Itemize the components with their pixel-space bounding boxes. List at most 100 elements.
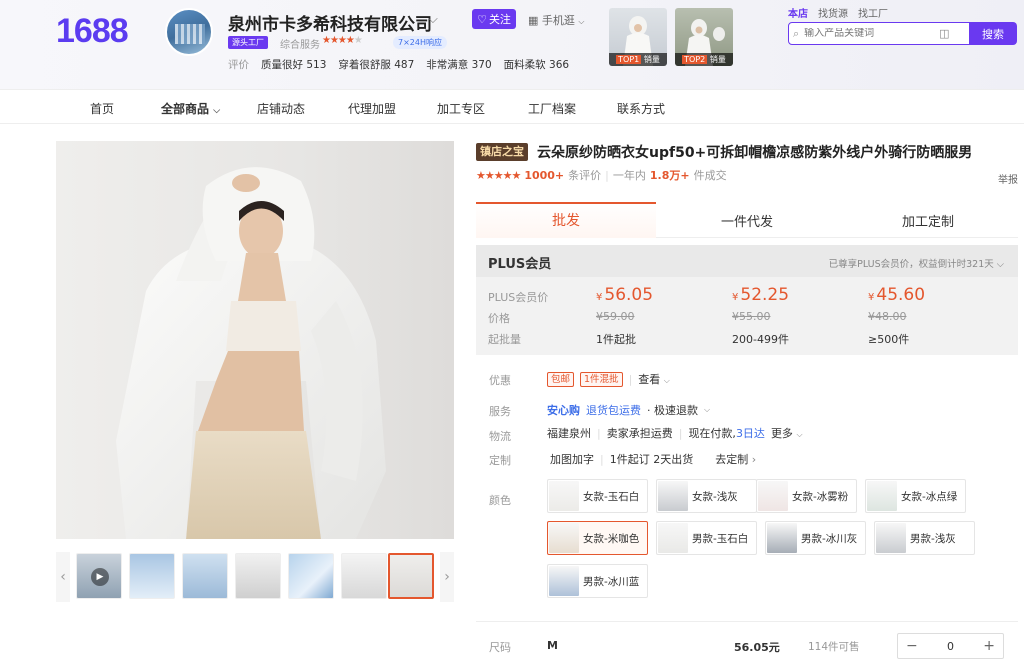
store-treasure-badge: 镇店之宝 — [476, 143, 528, 161]
stock-count: 114件可售 — [808, 641, 860, 653]
color-option[interactable]: 男款-冰川灰 — [765, 521, 866, 555]
tab-dropship[interactable]: 一件代发 — [657, 202, 837, 238]
top-rank-tag: TOP1 销量 — [609, 53, 667, 66]
heart-icon: ♡ — [477, 12, 487, 26]
search-input[interactable] — [804, 28, 935, 39]
color-swatch — [658, 523, 688, 553]
promo-row: 包邮 1件混批 | 查看 ⌵ — [547, 371, 670, 387]
color-option[interactable]: 女款-冰雾粉 — [756, 479, 857, 513]
chevron-down-icon[interactable]: ⌵ — [428, 12, 438, 27]
response-badge: 7×24H响应 — [393, 36, 447, 49]
review-tag[interactable]: 质量很好 513 — [261, 57, 326, 72]
color-swatch — [767, 523, 797, 553]
thumbnail-strip: ‹ ▶ › — [56, 552, 454, 602]
thumb-prev-arrow[interactable]: ‹ — [56, 552, 70, 602]
logistics-more-link[interactable]: 更多 ⌵ — [771, 425, 803, 441]
custom-label: 定制 — [489, 454, 511, 467]
follow-button[interactable]: ♡ 关注 — [472, 9, 516, 29]
delivery-estimate: 现在付款,3日达 — [688, 427, 765, 440]
color-option[interactable]: 男款-玉石白 — [656, 521, 757, 555]
mobile-browse-link[interactable]: ▦ 手机逛 ⌵ — [528, 12, 584, 28]
search-button[interactable]: 搜索 — [969, 22, 1017, 45]
review-count[interactable]: 1000+ — [524, 169, 564, 182]
deals-prefix: 一年内 — [612, 169, 646, 182]
divider — [476, 621, 1018, 622]
chevron-down-icon: ⌵ — [213, 106, 221, 116]
promo-more-link[interactable]: 查看 ⌵ — [638, 371, 670, 387]
shop-avatar[interactable] — [165, 8, 213, 56]
size-price: 56.05元 — [734, 641, 780, 654]
service-rating-stars: ★★★★★ — [322, 35, 363, 46]
quantity-value[interactable]: 0 — [947, 640, 954, 653]
chevron-down-icon[interactable]: ⌵ — [704, 405, 710, 415]
thumbnail[interactable] — [235, 553, 281, 599]
color-option[interactable]: 男款-冰川蓝 — [547, 564, 648, 598]
tier-plus-price: ¥56.05 — [596, 285, 654, 305]
service-label: 综合服务 — [280, 40, 320, 51]
chevron-right-icon: › — [751, 453, 757, 466]
nav-all-products[interactable]: 全部商品 ⌵ — [161, 100, 220, 117]
thumbnail-active[interactable] — [388, 553, 434, 599]
main-product-image[interactable] — [56, 141, 454, 539]
color-swatch — [758, 481, 788, 511]
search-tab-source[interactable]: 找货源 — [818, 5, 848, 20]
nav-factory[interactable]: 工厂档案 — [528, 100, 576, 117]
review-tags: 评价 质量很好 513 穿着很舒服 487 非常满意 370 面料柔软 366 — [228, 57, 569, 72]
tier-moq: 1件起批 — [596, 333, 636, 346]
report-link[interactable]: 举报 — [998, 171, 1018, 186]
search-tab-factory[interactable]: 找工厂 — [858, 5, 888, 20]
model-illustration — [116, 167, 386, 539]
search-scope-tabs: 本店 找货源 找工厂 — [788, 5, 888, 20]
shop-name[interactable]: 泉州市卡多希科技有限公司 — [228, 10, 432, 35]
tab-wholesale[interactable]: 批发 — [476, 202, 656, 238]
review-tag[interactable]: 面料柔软 366 — [504, 57, 569, 72]
plus-member-title: PLUS会员 — [488, 257, 552, 272]
tier-moq: 200-499件 — [732, 333, 789, 346]
thumb-next-arrow[interactable]: › — [440, 552, 454, 602]
color-option[interactable]: 女款-玉石白 — [547, 479, 648, 513]
review-tag[interactable]: 非常满意 370 — [426, 57, 491, 72]
moq-label: 起批量 — [488, 333, 521, 346]
plus-member-note[interactable]: 已尊享PLUS会员价，权益倒计时321天 ⌵ — [829, 256, 1004, 270]
product-title: 云朵原纱防晒衣女upf50+可拆卸帽檐凉感防紫外线户外骑行防晒服男 — [537, 145, 973, 161]
top-seller-thumb-2[interactable]: TOP2 销量 — [675, 8, 733, 66]
custom-item: 加图加字 — [550, 453, 594, 466]
customize-link[interactable]: 去定制 › — [715, 451, 756, 467]
promo-label: 优惠 — [489, 374, 511, 387]
color-swatch — [549, 566, 579, 596]
camera-icon[interactable]: ◫ — [939, 27, 949, 40]
thumbnail[interactable] — [182, 553, 228, 599]
color-option[interactable]: 男款-浅灰 — [874, 521, 975, 555]
plus-button[interactable]: + — [983, 638, 995, 654]
review-tag[interactable]: 穿着很舒服 487 — [338, 57, 414, 72]
nav-agency[interactable]: 代理加盟 — [348, 100, 396, 117]
tier-plus-price: ¥52.25 — [732, 285, 790, 305]
color-option[interactable]: 女款-冰点绿 — [865, 479, 966, 513]
search-tab-store[interactable]: 本店 — [788, 5, 808, 20]
color-label: 颜色 — [489, 494, 511, 507]
search-box: ⌕ ◫ — [788, 22, 970, 45]
thumbnail[interactable] — [129, 553, 175, 599]
promo-tag: 包邮 — [547, 371, 575, 387]
nav-home[interactable]: 首页 — [90, 100, 114, 117]
nav-processing[interactable]: 加工专区 — [437, 100, 485, 117]
tier-price: ¥48.00 — [868, 310, 907, 323]
site-logo[interactable]: 1688 — [56, 12, 129, 51]
minus-button[interactable]: − — [906, 638, 918, 654]
top-seller-thumb-1[interactable]: TOP1 销量 — [609, 8, 667, 66]
logistics-label: 物流 — [489, 430, 511, 443]
service-brand[interactable]: 安心购 — [547, 402, 580, 418]
thumbnail[interactable] — [341, 553, 387, 599]
divider: | — [605, 168, 609, 182]
mobile-browse-label: 手机逛 — [541, 14, 575, 27]
shop-header: 1688 泉州市卡多希科技有限公司 ⌵ ♡ 关注 ▦ 手机逛 ⌵ 源头工厂 综合… — [0, 0, 1024, 90]
nav-news[interactable]: 店铺动态 — [257, 100, 305, 117]
color-option-selected[interactable]: 女款-米咖色 — [547, 521, 648, 555]
tier-plus-price: ¥45.60 — [868, 285, 926, 305]
tab-custom-processing[interactable]: 加工定制 — [838, 202, 1018, 238]
nav-contact[interactable]: 联系方式 — [617, 100, 665, 117]
plus-price-label: PLUS会员价 — [488, 291, 549, 304]
color-option[interactable]: 女款-浅灰 — [656, 479, 757, 513]
thumbnail[interactable] — [288, 553, 334, 599]
thumbnail-video[interactable]: ▶ — [76, 553, 122, 599]
